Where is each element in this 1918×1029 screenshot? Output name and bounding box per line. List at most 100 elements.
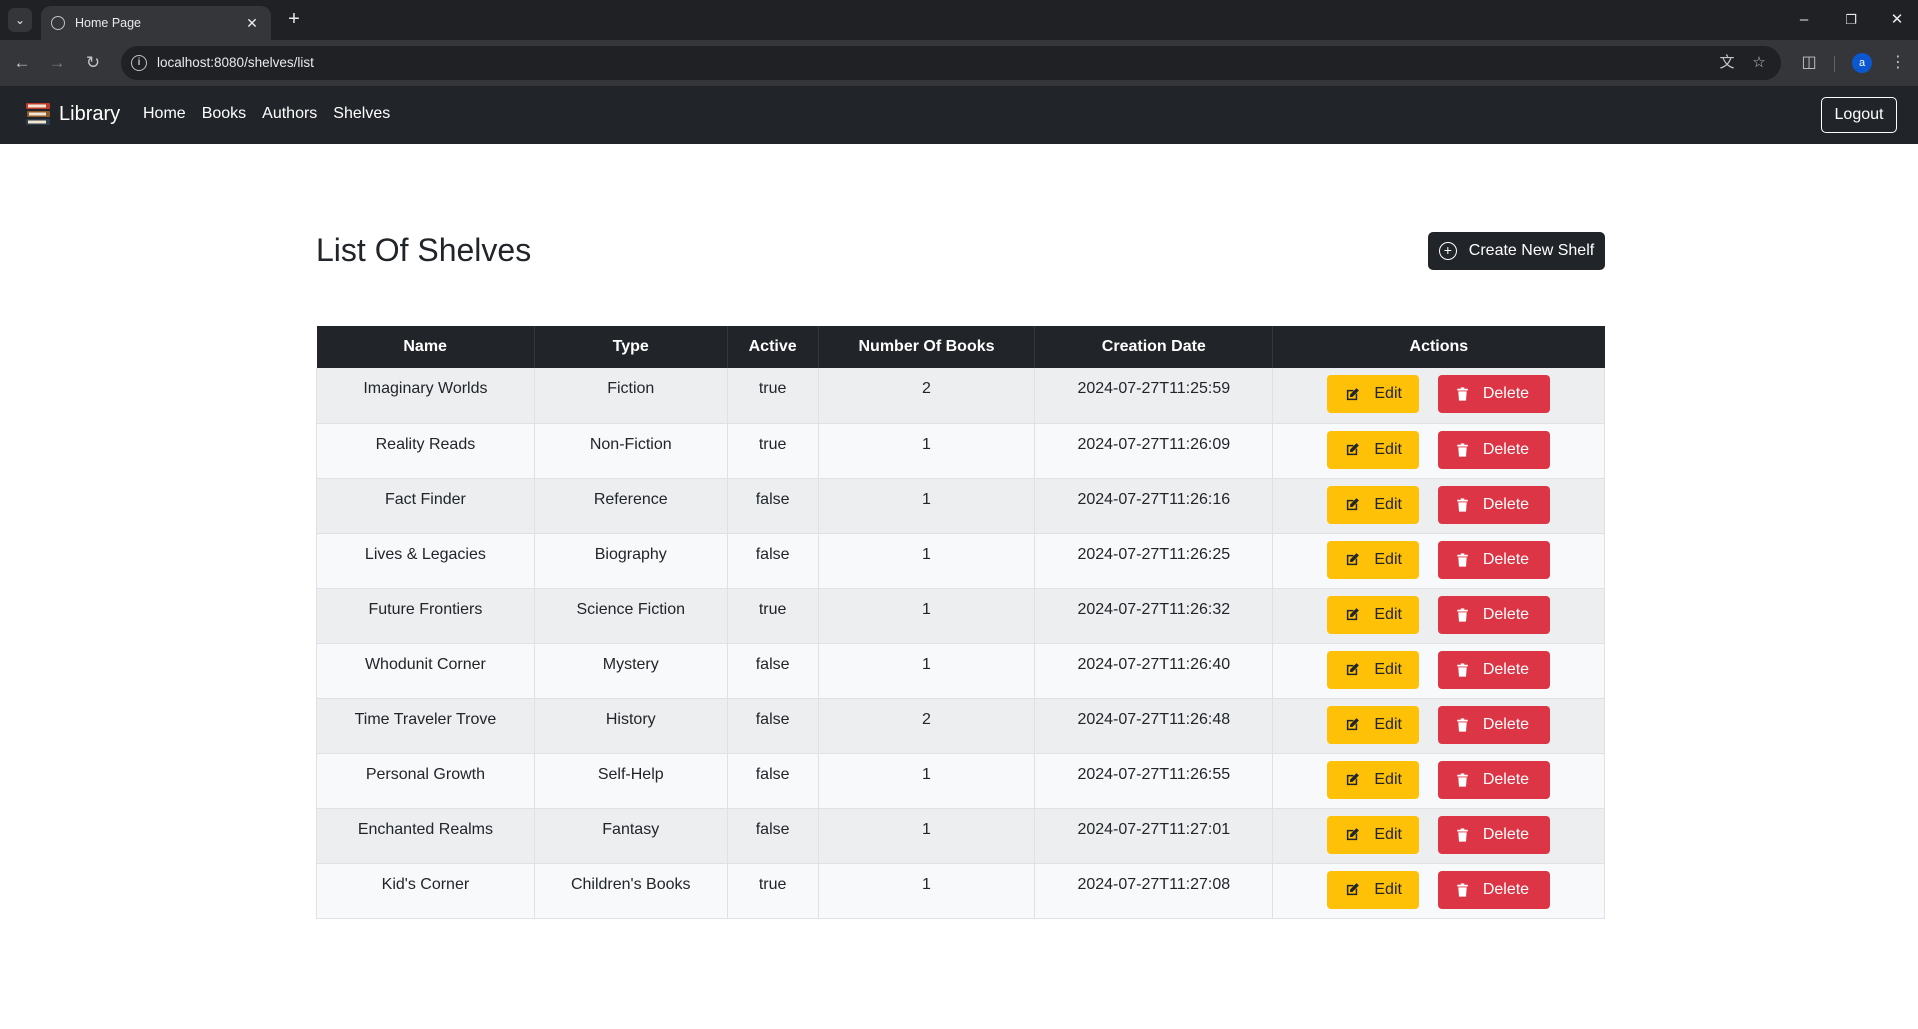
trash-icon [1457,442,1468,457]
cell-number-of-books: 1 [817,423,1035,479]
bookmark-star-icon[interactable]: ☆ [1749,53,1769,73]
cell-actions: Edit Delete [1272,588,1605,644]
trash-icon [1457,662,1468,677]
nav-link-books[interactable]: Books [202,105,246,123]
cell-number-of-books: 1 [817,753,1035,809]
table-row: Lives & Legacies Biography false 1 2024-… [316,533,1605,589]
window-close-icon[interactable]: ✕ [1882,8,1912,32]
edit-label: Edit [1374,825,1402,843]
delete-button[interactable]: Delete [1437,705,1550,744]
cell-type: Non-Fiction [533,423,728,479]
delete-button[interactable]: Delete [1437,650,1550,689]
new-tab-button[interactable]: + [282,8,306,32]
edit-icon [1347,828,1360,841]
cell-creation-date: 2024-07-27T11:26:25 [1034,533,1273,589]
edit-button[interactable]: Edit [1327,430,1420,469]
column-header-actions: Actions [1272,326,1605,368]
trash-icon [1457,497,1468,512]
edit-label: Edit [1374,660,1402,678]
cell-name: Reality Reads [316,423,535,479]
cell-name: Future Frontiers [316,588,535,644]
delete-label: Delete [1482,660,1530,678]
table-row: Enchanted Realms Fantasy false 1 2024-07… [316,808,1605,864]
tab-close-icon[interactable]: ✕ [243,15,261,32]
reload-icon[interactable]: ↻ [81,51,105,75]
create-shelf-button[interactable]: + Create New Shelf [1428,232,1605,270]
nav-link-authors[interactable]: Authors [262,105,317,123]
cell-active: true [726,863,819,919]
cell-creation-date: 2024-07-27T11:26:16 [1034,478,1273,534]
edit-button[interactable]: Edit [1327,870,1420,909]
delete-label: Delete [1482,770,1530,788]
edit-label: Edit [1374,715,1402,733]
table-row: Personal Growth Self-Help false 1 2024-0… [316,753,1605,809]
back-icon[interactable]: ← [10,51,34,75]
table-row: Fact Finder Reference false 1 2024-07-27… [316,478,1605,534]
app-navbar: Library Home Books Authors Shelves Logou… [0,86,1918,144]
table-row: Whodunit Corner Mystery false 1 2024-07-… [316,643,1605,699]
profile-avatar[interactable]: a [1852,53,1872,73]
table-row: Kid's Corner Children's Books true 1 202… [316,863,1605,919]
column-header-type: Type [533,326,728,368]
cell-number-of-books: 1 [817,478,1035,534]
delete-label: Delete [1482,440,1530,458]
edit-button[interactable]: Edit [1327,375,1420,413]
edit-button[interactable]: Edit [1327,650,1420,689]
table-row: Reality Reads Non-Fiction true 1 2024-07… [316,423,1605,479]
cell-active: false [726,643,819,699]
edit-label: Edit [1374,495,1402,513]
globe-icon [51,16,65,30]
delete-label: Delete [1482,605,1530,623]
table-row: Imaginary Worlds Fiction true 2 2024-07-… [316,368,1605,424]
cell-number-of-books: 1 [817,588,1035,644]
brand-link[interactable]: Library [24,100,120,128]
edit-button[interactable]: Edit [1327,540,1420,579]
edit-button[interactable]: Edit [1327,595,1420,634]
cell-active: true [726,423,819,479]
address-bar[interactable]: i localhost:8080/shelves/list 文 ☆ [121,46,1781,80]
logout-button[interactable]: Logout [1821,97,1897,133]
cell-type: Self-Help [533,753,728,809]
edit-icon [1347,773,1360,786]
tab-search-chevron-icon[interactable]: ⌄ [8,8,32,32]
delete-button[interactable]: Delete [1437,375,1550,413]
delete-button[interactable]: Delete [1437,595,1550,634]
tab-title: Home Page [75,16,142,30]
nav-link-home[interactable]: Home [143,105,186,123]
site-info-icon[interactable]: i [131,55,147,71]
toolbar-divider [1834,56,1835,72]
edit-button[interactable]: Edit [1327,705,1420,744]
cell-creation-date: 2024-07-27T11:26:40 [1034,643,1273,699]
delete-button[interactable]: Delete [1437,870,1550,909]
cell-creation-date: 2024-07-27T11:26:09 [1034,423,1273,479]
create-shelf-label: Create New Shelf [1468,242,1595,259]
delete-label: Delete [1482,880,1530,898]
edit-label: Edit [1374,605,1402,623]
trash-icon [1457,607,1468,622]
nav-link-shelves[interactable]: Shelves [333,105,390,123]
delete-button[interactable]: Delete [1437,760,1550,799]
delete-button[interactable]: Delete [1437,815,1550,854]
delete-button[interactable]: Delete [1437,485,1550,524]
cell-number-of-books: 2 [817,368,1035,424]
column-header-number-of-books: Number Of Books [817,326,1035,368]
edit-button[interactable]: Edit [1327,760,1420,799]
delete-button[interactable]: Delete [1437,430,1550,469]
edit-button[interactable]: Edit [1327,485,1420,524]
cell-name: Kid's Corner [316,863,535,919]
cell-creation-date: 2024-07-27T11:26:32 [1034,588,1273,644]
restore-icon[interactable]: ❐ [1836,8,1866,32]
extensions-icon[interactable]: ◫ [1797,51,1821,75]
delete-button[interactable]: Delete [1437,540,1550,579]
forward-icon[interactable]: → [45,51,69,75]
browser-menu-icon[interactable]: ⋮ [1886,51,1910,75]
cell-creation-date: 2024-07-27T11:27:01 [1034,808,1273,864]
minimize-icon[interactable]: – [1789,8,1819,32]
cell-creation-date: 2024-07-27T11:26:55 [1034,753,1273,809]
page-title: List Of Shelves [316,232,532,268]
edit-button[interactable]: Edit [1327,815,1420,854]
browser-tab[interactable]: Home Page ✕ [41,6,271,40]
url-text[interactable]: localhost:8080/shelves/list [157,55,314,70]
translate-icon[interactable]: 文 [1717,53,1737,73]
browser-tabstrip: ⌄ Home Page ✕ + – ❐ ✕ [0,0,1918,40]
